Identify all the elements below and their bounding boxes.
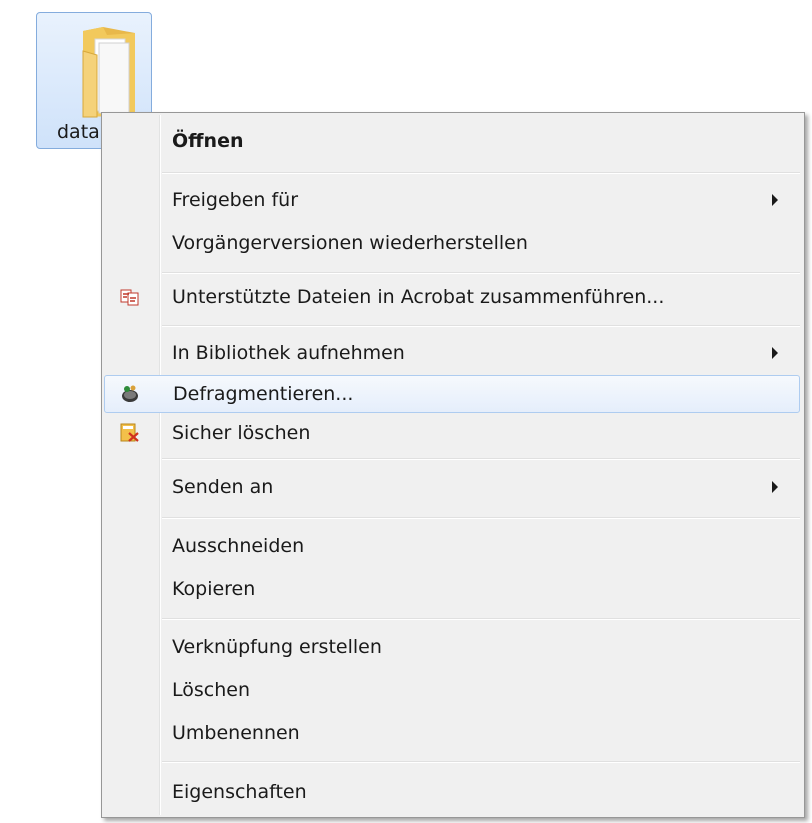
menu-separator xyxy=(162,761,800,763)
menu-item-label: Defragmentieren... xyxy=(173,383,354,405)
menu-separator xyxy=(162,458,800,460)
menu-item-secure-delete[interactable]: Sicher löschen xyxy=(104,414,800,452)
menu-item-share-with[interactable]: Freigeben für xyxy=(104,181,800,219)
menu-item-label: Unterstützte Dateien in Acrobat zusammen… xyxy=(172,286,665,308)
menu-item-restore-previous-versions[interactable]: Vorgängerversionen wiederherstellen xyxy=(104,224,800,262)
menu-item-create-shortcut[interactable]: Verknüpfung erstellen xyxy=(104,628,800,666)
context-menu: Öffnen Freigeben für Vorgängerversionen … xyxy=(101,112,805,818)
menu-item-defragment[interactable]: Defragmentieren... xyxy=(104,375,800,413)
menu-item-label: Verknüpfung erstellen xyxy=(172,636,382,658)
menu-item-label: Umbenennen xyxy=(172,722,300,744)
menu-item-rename[interactable]: Umbenennen xyxy=(104,714,800,752)
menu-item-label: Kopieren xyxy=(172,578,256,600)
menu-separator xyxy=(162,272,800,274)
submenu-arrow-icon xyxy=(772,347,778,359)
menu-separator xyxy=(162,517,800,519)
menu-item-label: In Bibliothek aufnehmen xyxy=(172,342,405,364)
menu-item-combine-acrobat[interactable]: Unterstützte Dateien in Acrobat zusammen… xyxy=(104,278,800,316)
menu-item-label: Sicher löschen xyxy=(172,422,311,444)
menu-item-label: Ausschneiden xyxy=(172,535,305,557)
secure-delete-icon xyxy=(120,423,139,442)
menu-separator xyxy=(162,618,800,620)
desktop: data Öffnen Freigeben für Vorgängerversi… xyxy=(0,0,812,823)
menu-item-include-in-library[interactable]: In Bibliothek aufnehmen xyxy=(104,334,800,372)
menu-item-label: Senden an xyxy=(172,476,274,498)
menu-item-properties[interactable]: Eigenschaften xyxy=(104,773,800,811)
menu-item-label: Vorgängerversionen wiederherstellen xyxy=(172,232,528,254)
menu-item-label: Eigenschaften xyxy=(172,781,307,803)
menu-item-label: Löschen xyxy=(172,679,250,701)
menu-item-label: Öffnen xyxy=(172,130,244,152)
folder-icon xyxy=(82,27,135,118)
menu-item-copy[interactable]: Kopieren xyxy=(104,570,800,608)
folder-label: data xyxy=(57,121,100,143)
submenu-arrow-icon xyxy=(772,194,778,206)
menu-separator xyxy=(162,325,800,327)
menu-item-open[interactable]: Öffnen xyxy=(104,122,800,160)
menu-item-send-to[interactable]: Senden an xyxy=(104,468,800,506)
acrobat-icon xyxy=(120,289,139,306)
menu-separator xyxy=(162,172,800,174)
submenu-arrow-icon xyxy=(772,481,778,493)
menu-gutter-divider xyxy=(159,115,161,815)
menu-item-label: Freigeben für xyxy=(172,189,299,211)
menu-item-delete[interactable]: Löschen xyxy=(104,671,800,709)
menu-item-cut[interactable]: Ausschneiden xyxy=(104,527,800,565)
defrag-icon xyxy=(122,385,138,402)
